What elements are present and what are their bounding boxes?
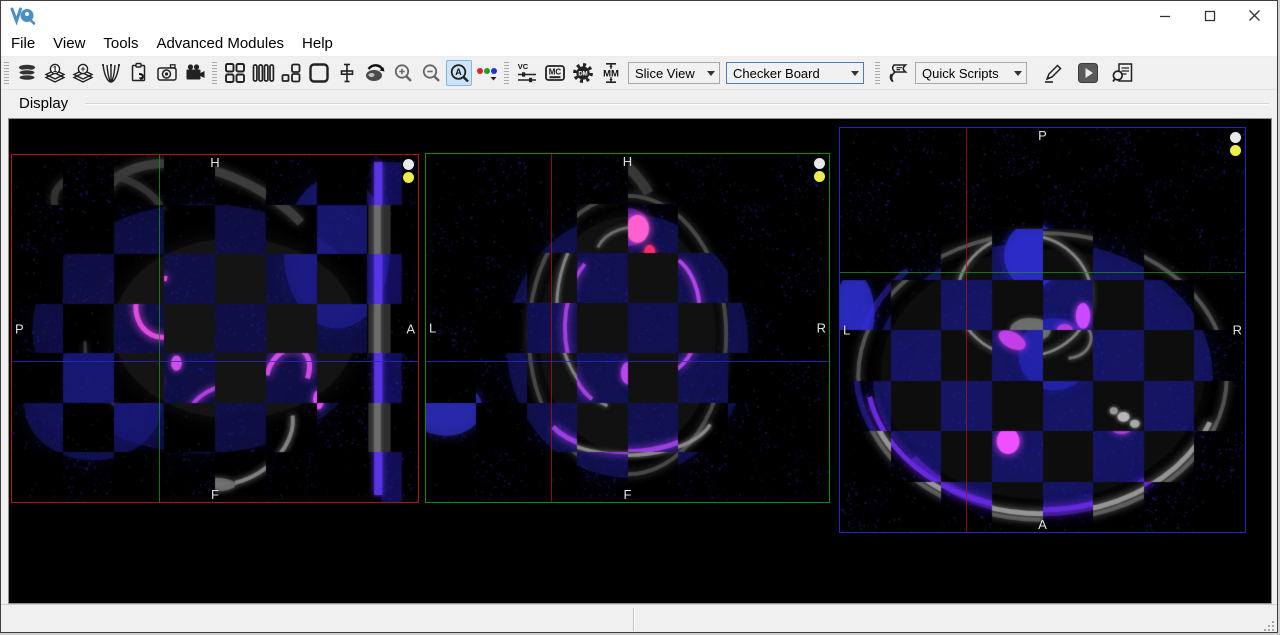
image-viewport: H P A F H L R F P L R A bbox=[8, 118, 1272, 604]
toolbar: 1 + bbox=[1, 57, 1277, 90]
zoom-in-icon[interactable] bbox=[390, 60, 416, 86]
crosshair-vertical[interactable] bbox=[551, 154, 552, 502]
movie-camera-icon[interactable] bbox=[182, 60, 208, 86]
resize-grip[interactable] bbox=[1263, 620, 1275, 632]
chevron-down-icon bbox=[703, 63, 719, 83]
chevron-down-icon bbox=[847, 63, 863, 83]
status-bar bbox=[1, 604, 1277, 633]
coronal-slice-image[interactable] bbox=[426, 154, 829, 502]
crosshair-horizontal[interactable] bbox=[426, 361, 829, 362]
zoom-out-icon[interactable] bbox=[418, 60, 444, 86]
layer-marker-yellow[interactable] bbox=[814, 171, 825, 182]
app-window: File View Tools Advanced Modules Help 1 … bbox=[0, 0, 1278, 633]
maximize-button[interactable] bbox=[1187, 1, 1232, 30]
axial-slice-image[interactable] bbox=[840, 128, 1245, 532]
close-icon bbox=[1248, 9, 1261, 22]
sagittal-slice-image[interactable] bbox=[12, 155, 418, 502]
slice-view-dropdown[interactable]: Slice View bbox=[628, 62, 720, 84]
orientation-label-anterior: A bbox=[406, 321, 415, 336]
group-box-line bbox=[85, 103, 1269, 104]
crosshair-vertical[interactable] bbox=[159, 155, 160, 502]
svg-text:+: + bbox=[80, 64, 85, 74]
zoom-auto-icon[interactable]: A bbox=[446, 60, 472, 86]
mc-control-icon[interactable]: MC bbox=[542, 60, 568, 86]
orientation-label-right: R bbox=[1233, 323, 1242, 338]
sagittal-view-panel[interactable]: H P A F bbox=[11, 154, 419, 503]
toolbar-drag-handle[interactable] bbox=[4, 62, 9, 84]
menu-view[interactable]: View bbox=[44, 30, 94, 56]
orientation-label-right: R bbox=[817, 321, 826, 336]
data-manager-icon[interactable] bbox=[14, 60, 40, 86]
menu-bar: File View Tools Advanced Modules Help bbox=[1, 30, 1277, 57]
maximize-icon bbox=[1204, 10, 1216, 22]
orientation-label-inferior: F bbox=[624, 487, 632, 502]
orientation-label-inferior: F bbox=[211, 487, 219, 502]
toolbar-drag-handle[interactable] bbox=[875, 62, 880, 84]
slice-view-value: Slice View bbox=[629, 66, 703, 81]
load-layers-icon[interactable]: 1 bbox=[42, 60, 68, 86]
color-channels-icon[interactable] bbox=[474, 60, 500, 86]
close-button[interactable] bbox=[1232, 1, 1277, 30]
toolbar-drag-handle[interactable] bbox=[504, 62, 509, 84]
menu-tools[interactable]: Tools bbox=[94, 30, 147, 56]
menu-file[interactable]: File bbox=[1, 30, 44, 56]
registration-pin-icon[interactable] bbox=[334, 60, 360, 86]
orientation-label-superior: H bbox=[210, 155, 219, 170]
vc-control-icon[interactable]: VC bbox=[514, 60, 540, 86]
layout-mixed-icon[interactable] bbox=[278, 60, 304, 86]
svg-text:VC: VC bbox=[518, 62, 529, 71]
status-bar-divider bbox=[633, 608, 634, 631]
add-layers-icon[interactable]: + bbox=[70, 60, 96, 86]
minimize-icon bbox=[1159, 10, 1171, 22]
dm-gear-icon[interactable]: DM bbox=[570, 60, 596, 86]
display-group-header: Display bbox=[1, 90, 1277, 118]
layer-marker-white[interactable] bbox=[403, 159, 414, 170]
svg-text:MC: MC bbox=[549, 68, 562, 77]
crosshair-vertical[interactable] bbox=[966, 128, 967, 532]
orientation-label-anterior: A bbox=[1038, 517, 1047, 532]
multi-slice-icon[interactable] bbox=[250, 60, 276, 86]
layout-grid-icon[interactable] bbox=[222, 60, 248, 86]
report-viewer-icon[interactable] bbox=[1110, 60, 1136, 86]
script-scroll-icon[interactable] bbox=[885, 60, 911, 86]
menu-advanced-modules[interactable]: Advanced Modules bbox=[147, 30, 293, 56]
min-max-icon[interactable]: MM bbox=[598, 60, 624, 86]
layer-marker-white[interactable] bbox=[814, 158, 825, 169]
overlay-mode-dropdown[interactable]: Checker Board bbox=[726, 62, 864, 84]
crosshair-horizontal[interactable] bbox=[840, 272, 1245, 273]
quick-scripts-value: Quick Scripts bbox=[916, 66, 1010, 81]
orientation-label-posterior: P bbox=[15, 321, 24, 336]
orientation-label-superior: H bbox=[623, 154, 632, 169]
orientation-label-left: L bbox=[843, 323, 850, 338]
rotate-view-icon[interactable] bbox=[362, 60, 388, 86]
layer-marker-yellow[interactable] bbox=[403, 172, 414, 183]
orientation-label-left: L bbox=[429, 321, 436, 336]
chevron-down-icon bbox=[1010, 63, 1026, 83]
axial-view-panel[interactable]: P L R A bbox=[839, 127, 1246, 533]
coronal-view-panel[interactable]: H L R F bbox=[425, 153, 830, 503]
toolbar-drag-handle[interactable] bbox=[212, 62, 217, 84]
svg-text:A: A bbox=[455, 67, 462, 77]
overlay-mode-value: Checker Board bbox=[727, 66, 847, 81]
clipboard-restore-icon[interactable] bbox=[126, 60, 152, 86]
minimize-button[interactable] bbox=[1142, 1, 1187, 30]
menu-help[interactable]: Help bbox=[293, 30, 342, 56]
title-bar bbox=[1, 1, 1277, 30]
vivoquant-logo-icon bbox=[10, 6, 36, 26]
edit-script-icon[interactable] bbox=[1040, 60, 1066, 86]
svg-text:1: 1 bbox=[53, 65, 58, 74]
crosshair-horizontal[interactable] bbox=[12, 361, 418, 362]
run-script-icon[interactable] bbox=[1075, 60, 1101, 86]
quick-scripts-dropdown[interactable]: Quick Scripts bbox=[915, 62, 1027, 84]
single-view-icon[interactable] bbox=[306, 60, 332, 86]
layer-marker-white[interactable] bbox=[1230, 132, 1241, 143]
orientation-label-posterior: P bbox=[1038, 128, 1047, 143]
snapshot-camera-icon[interactable] bbox=[154, 60, 180, 86]
display-title: Display bbox=[19, 95, 68, 112]
svg-text:DM: DM bbox=[578, 71, 587, 77]
layer-marker-yellow[interactable] bbox=[1230, 145, 1241, 156]
wireframe-3d-icon[interactable] bbox=[98, 60, 124, 86]
